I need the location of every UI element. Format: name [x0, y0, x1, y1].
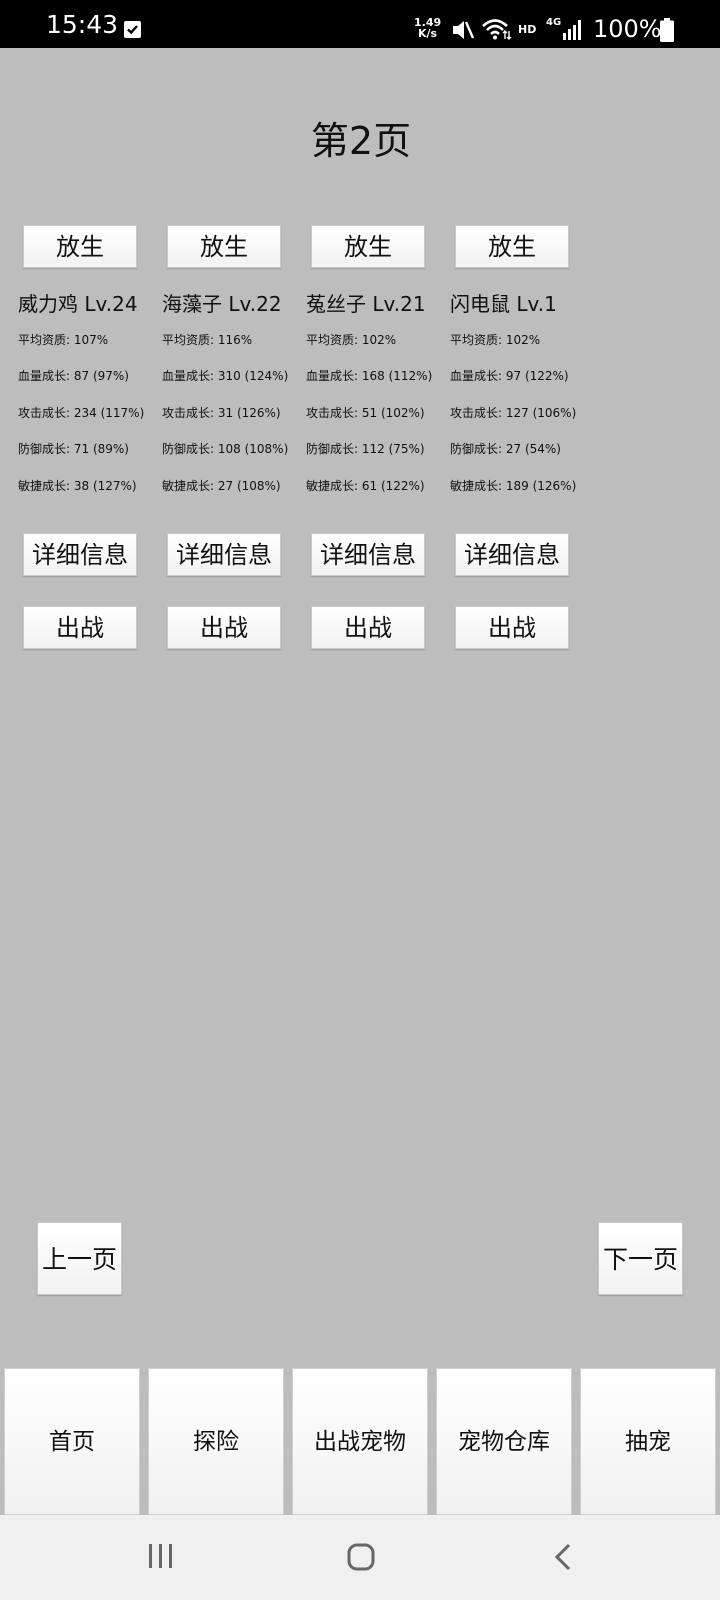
page-title: 第2页 [310, 119, 412, 163]
detail-button[interactable]: 详细信息 [455, 533, 569, 576]
pet-stat-attack: 攻击成长: 234 (117%) [18, 406, 145, 420]
pet-name: 菟丝子 Lv.21 [306, 292, 426, 316]
pet-stat-attack: 攻击成长: 31 (126%) [162, 406, 281, 420]
wifi-icon [482, 19, 512, 40]
pet-stat-agility: 敏捷成长: 27 (108%) [162, 479, 281, 493]
pet-name: 威力鸡 Lv.24 [18, 292, 138, 316]
back-icon[interactable] [553, 1543, 573, 1571]
release-button[interactable]: 放生 [311, 225, 425, 268]
prev-page-button[interactable]: 上一页 [37, 1222, 122, 1295]
system-nav-bar [0, 1515, 720, 1600]
status-bar: 15:43 1.49 K/s HD 4G 100% [0, 0, 720, 48]
pet-stat-defense: 防御成长: 27 (54%) [450, 442, 561, 456]
tab-battle-pets[interactable]: 出战宠物 [292, 1368, 428, 1515]
tab-pet-storage[interactable]: 宠物仓库 [436, 1368, 572, 1515]
pet-stat-hp: 血量成长: 310 (124%) [162, 369, 289, 383]
tab-home[interactable]: 首页 [4, 1368, 140, 1515]
tab-draw-pet[interactable]: 抽宠 [580, 1368, 716, 1515]
hd-label: HD [518, 23, 537, 36]
pet-stat-aptitude: 平均资质: 102% [450, 333, 541, 347]
pet-name: 海藻子 Lv.22 [162, 292, 282, 316]
battle-button[interactable]: 出战 [455, 606, 569, 649]
tab-explore[interactable]: 探险 [148, 1368, 284, 1515]
pet-stat-agility: 敏捷成长: 61 (122%) [306, 479, 425, 493]
screen: 15:43 1.49 K/s HD 4G 100% 第2页 放生 威力鸡 Lv.… [0, 0, 720, 1600]
mute-icon [453, 21, 475, 39]
pet-stat-agility: 敏捷成长: 189 (126%) [450, 479, 577, 493]
status-time: 15:43 [46, 10, 119, 39]
signal-icon [563, 20, 581, 40]
pet-stat-defense: 防御成长: 108 (108%) [162, 442, 289, 456]
pet-stat-hp: 血量成长: 87 (97%) [18, 369, 129, 383]
detail-button[interactable]: 详细信息 [23, 533, 137, 576]
detail-button[interactable]: 详细信息 [311, 533, 425, 576]
pet-stat-defense: 防御成长: 112 (75%) [306, 442, 425, 456]
home-icon[interactable] [347, 1543, 375, 1571]
battle-button[interactable]: 出战 [311, 606, 425, 649]
pet-stat-hp: 血量成长: 168 (112%) [306, 369, 433, 383]
release-button[interactable]: 放生 [455, 225, 569, 268]
pet-stat-hp: 血量成长: 97 (122%) [450, 369, 569, 383]
net-speed-unit: K/s [418, 27, 438, 40]
check-icon [124, 21, 141, 38]
battle-button[interactable]: 出战 [167, 606, 281, 649]
pet-name: 闪电鼠 Lv.1 [450, 292, 557, 316]
battery-percentage: 100% [593, 15, 662, 43]
recent-apps-icon[interactable] [147, 1543, 175, 1569]
pet-stat-aptitude: 平均资质: 102% [306, 333, 397, 347]
release-button[interactable]: 放生 [167, 225, 281, 268]
pet-stat-aptitude: 平均资质: 116% [162, 333, 253, 347]
lte-label: 4G [546, 17, 562, 28]
pet-stat-defense: 防御成长: 71 (89%) [18, 442, 129, 456]
battle-button[interactable]: 出战 [23, 606, 137, 649]
pet-stat-attack: 攻击成长: 127 (106%) [450, 406, 577, 420]
net-speed: 1.49 K/s [414, 17, 441, 39]
next-page-button[interactable]: 下一页 [598, 1222, 683, 1295]
battery-icon [660, 18, 674, 42]
bottom-tab-bar: 首页 探险 出战宠物 宠物仓库 抽宠 [0, 1368, 720, 1515]
pet-list-page: 第2页 放生 威力鸡 Lv.24 平均资质: 107% 血量成长: 87 (97… [2, 48, 720, 1513]
detail-button[interactable]: 详细信息 [167, 533, 281, 576]
pet-stat-aptitude: 平均资质: 107% [18, 333, 109, 347]
pet-stat-agility: 敏捷成长: 38 (127%) [18, 479, 137, 493]
release-button[interactable]: 放生 [23, 225, 137, 268]
pet-stat-attack: 攻击成长: 51 (102%) [306, 406, 425, 420]
